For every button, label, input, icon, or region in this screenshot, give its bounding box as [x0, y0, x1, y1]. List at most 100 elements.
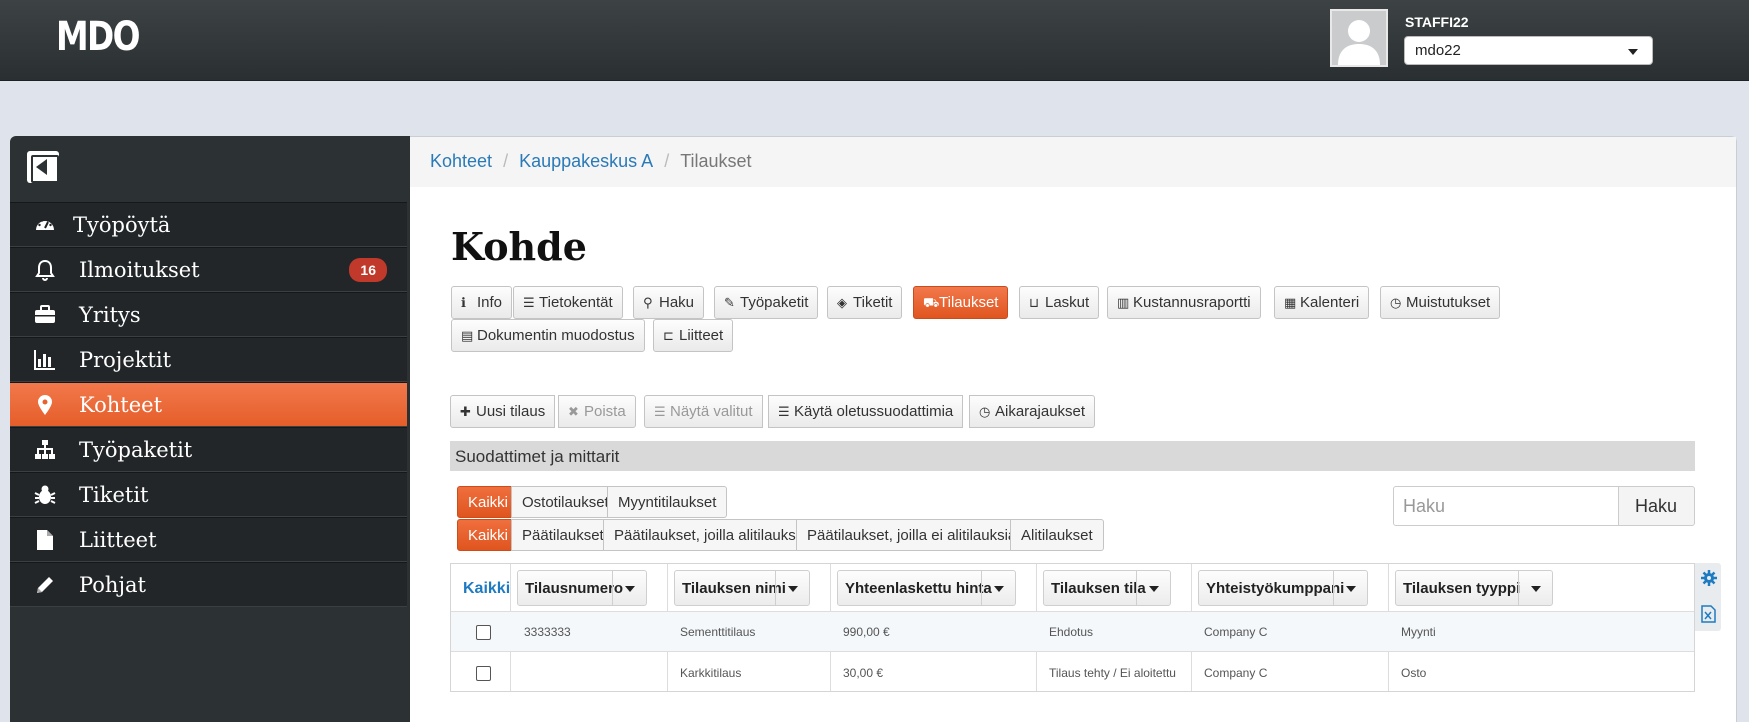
column-header-tilauksen-nimi[interactable]: Tilauksen nimi	[674, 570, 810, 606]
chevron-down-icon[interactable]	[612, 571, 646, 605]
tab-kalenteri[interactable]: ▦ Kalenteri	[1274, 286, 1370, 319]
column-header-label: Tilauksen tyyppi	[1403, 580, 1521, 597]
column-header-label: Tilauksen tila	[1051, 580, 1146, 597]
tab-tyopaketit[interactable]: ✎ Työpaketit	[714, 286, 819, 319]
clock-icon: ◷	[979, 404, 991, 419]
gear-icon[interactable]	[1701, 570, 1717, 586]
list-icon: ☰	[523, 295, 535, 310]
sidebar-item-tiketit[interactable]: Tiketit	[10, 472, 407, 517]
bar-chart-icon: ▥	[1117, 295, 1130, 310]
column-header-label: Yhteistyökumppani	[1206, 580, 1345, 597]
inbox-icon: ⊔	[1029, 295, 1040, 310]
chevron-down-icon[interactable]	[1333, 571, 1367, 605]
cart-icon: ⛟	[923, 295, 940, 310]
sidebar-item-kohteet[interactable]: Kohteet	[10, 382, 407, 427]
button-label: Käytä oletussuodattimia	[794, 403, 954, 420]
info-icon: ℹ	[461, 295, 466, 310]
breadcrumb-link-kohteet[interactable]: Kohteet	[430, 151, 492, 171]
table-row[interactable]: 3333333 Sementtitilaus 990,00 € Ehdotus …	[451, 612, 1694, 652]
tab-muistutukset[interactable]: ◷ Muistutukset	[1380, 286, 1501, 319]
sidebar-item-tyopoyta[interactable]: Työpöytä	[10, 202, 407, 247]
tab-dokumentin-muodostus[interactable]: ▤ Dokumentin muodostus	[451, 319, 645, 352]
column-header-yhteistyokumppani[interactable]: Yhteistyökumppani	[1198, 570, 1368, 606]
dashboard-icon	[36, 219, 54, 230]
excel-export-icon[interactable]	[1701, 605, 1716, 623]
tab-tietokentat[interactable]: ☰ Tietokentät	[513, 286, 623, 319]
wrench-icon: ✎	[724, 295, 735, 310]
column-header-yhteenlaskettu-hinta[interactable]: Yhteenlaskettu hinta	[837, 570, 1016, 606]
chevron-down-icon[interactable]	[981, 571, 1015, 605]
tab-haku[interactable]: ⚲ Haku	[633, 286, 705, 319]
filter-all-orders[interactable]: Kaikki	[457, 486, 520, 518]
chevron-down-icon[interactable]	[1518, 571, 1552, 605]
clock-icon: ◷	[1390, 295, 1402, 310]
sidebar-item-projektit[interactable]: Projektit	[10, 337, 407, 382]
tab-label: Kalenteri	[1300, 294, 1360, 311]
sidebar-menu: Työpöytä Ilmoitukset 16 Yritys Projektit…	[10, 202, 407, 607]
collapse-sidebar-icon[interactable]	[27, 151, 59, 183]
default-filters-button[interactable]: ☰ Käytä oletussuodattimia	[768, 395, 964, 428]
row-checkbox[interactable]	[476, 625, 491, 640]
tab-tilaukset[interactable]: ⛟Tilaukset	[913, 286, 1009, 319]
select-all-link[interactable]: Kaikki	[463, 580, 510, 598]
filter-all-levels[interactable]: Kaikki	[457, 519, 520, 551]
filter-suborders[interactable]: Alitilaukset	[1010, 519, 1104, 551]
delete-button[interactable]: ✖ Poista	[558, 395, 636, 428]
sidebar-item-yritys[interactable]: Yritys	[10, 292, 407, 337]
table-row[interactable]: Karkkitilaus 30,00 € Tilaus tehty / Ei a…	[451, 653, 1694, 693]
user-account-select[interactable]: mdo22	[1404, 36, 1653, 65]
search-input[interactable]: Haku	[1393, 486, 1619, 526]
filter-main-orders[interactable]: Päätilaukset	[511, 519, 615, 551]
sidebar-item-label: Kohteet	[79, 393, 163, 417]
tab-kustannusraportti[interactable]: ▥ Kustannusraportti	[1107, 286, 1261, 319]
table-cell: Company C	[1204, 666, 1268, 680]
orders-table: Kaikki Tilausnumero Tilauksen nimi Yhtee…	[450, 563, 1695, 692]
tab-label: Tietokentät	[539, 294, 613, 311]
sidebar-item-liitteet[interactable]: Liitteet	[10, 517, 407, 562]
breadcrumb: Kohteet / Kauppakeskus A / Tilaukset	[410, 137, 1736, 187]
new-order-button[interactable]: ✚ Uusi tilaus	[450, 395, 556, 428]
tab-tiketit[interactable]: ◈ Tiketit	[827, 286, 903, 319]
user-name: STAFFI22	[1405, 14, 1469, 30]
bar-chart-icon	[34, 350, 55, 370]
table-cell: 990,00 €	[843, 625, 890, 639]
breadcrumb-separator: /	[664, 151, 670, 171]
breadcrumb-link-kauppakeskus[interactable]: Kauppakeskus A	[519, 151, 653, 171]
sidebar-item-tyopaketit[interactable]: Työpaketit	[10, 427, 407, 472]
button-label: Näytä valitut	[670, 403, 753, 420]
sidebar-item-ilmoitukset[interactable]: Ilmoitukset 16	[10, 247, 407, 292]
sidebar-item-label: Työpaketit	[79, 438, 193, 462]
sidebar-item-pohjat[interactable]: Pohjat	[10, 562, 407, 607]
user-account-value: mdo22	[1415, 42, 1461, 59]
filter-main-without-suborders[interactable]: Päätilaukset, joilla ei alitilauksia	[796, 519, 1028, 551]
user-avatar-icon[interactable]	[1330, 9, 1388, 67]
column-header-tilauksen-tila[interactable]: Tilauksen tila	[1043, 570, 1171, 606]
column-header-label: Tilausnumero	[525, 580, 624, 597]
app-logo[interactable]: MDO	[56, 14, 140, 60]
chevron-down-icon[interactable]	[1136, 571, 1170, 605]
filter-purchase-orders[interactable]: Ostotilaukset	[511, 486, 620, 518]
search-icon: ⚲	[643, 295, 653, 310]
time-limits-button[interactable]: ◷ Aikarajaukset	[969, 395, 1096, 428]
pencil-icon	[37, 577, 53, 593]
close-icon: ✖	[568, 404, 579, 419]
table-cell: 3333333	[524, 625, 571, 639]
show-selected-button[interactable]: ☰ Näytä valitut	[644, 395, 763, 428]
sitemap-icon	[35, 440, 55, 459]
filter-main-with-suborders[interactable]: Päätilaukset, joilla alitilauksia	[603, 519, 819, 551]
button-label: Poista	[584, 403, 626, 420]
page-title: Kohde	[451, 224, 587, 269]
tab-info[interactable]: ℹ Info	[451, 286, 513, 319]
chevron-down-icon[interactable]	[775, 571, 809, 605]
table-cell: Sementtitilaus	[680, 625, 756, 639]
row-checkbox[interactable]	[476, 666, 491, 681]
column-header-tilausnumero[interactable]: Tilausnumero	[517, 570, 647, 606]
search-button[interactable]: Haku	[1618, 486, 1695, 526]
filter-sales-orders[interactable]: Myyntitilaukset	[607, 486, 728, 518]
tab-liitteet[interactable]: ⊏ Liitteet	[653, 319, 734, 352]
file-icon: ▤	[461, 328, 474, 343]
tab-laskut[interactable]: ⊔ Laskut	[1019, 286, 1100, 319]
main-panel: Kohteet / Kauppakeskus A / Tilaukset Kohde ℹ…	[410, 136, 1737, 722]
table-cell: Tilaus tehty / Ei aloitettu	[1049, 666, 1176, 680]
column-header-tilauksen-tyyppi[interactable]: Tilauksen tyyppi	[1395, 570, 1553, 606]
